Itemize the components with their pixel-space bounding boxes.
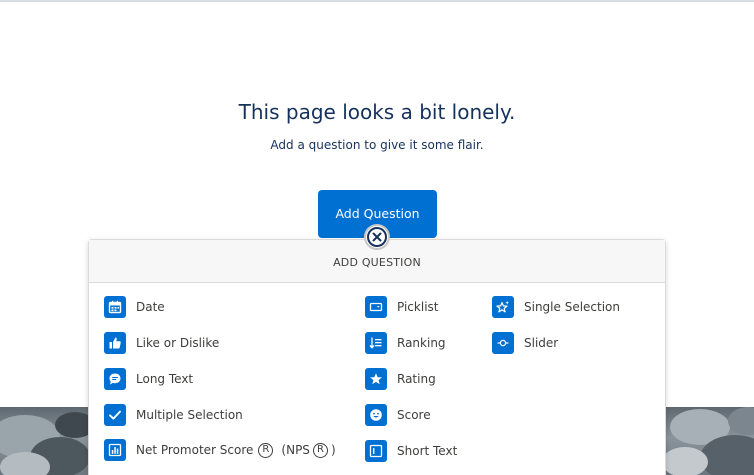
question-type-label: Picklist	[397, 300, 439, 314]
ranking-list-icon	[365, 332, 387, 354]
registered-mark: R	[258, 442, 274, 458]
chat-bubble-icon	[104, 368, 126, 390]
top-divider	[0, 0, 754, 2]
calendar-icon	[104, 296, 126, 318]
smiley-icon	[365, 404, 387, 426]
question-type-date[interactable]: Date	[104, 296, 165, 318]
question-type-label: Score	[397, 408, 431, 422]
bar-chart-icon	[104, 439, 126, 461]
close-button[interactable]	[364, 224, 390, 250]
close-icon	[367, 227, 387, 247]
question-type-net-promoter-score[interactable]: Net Promoter Score R ( NPS R )	[104, 439, 336, 461]
registered-mark: R	[312, 442, 328, 458]
question-type-ranking[interactable]: Ranking	[365, 332, 446, 354]
question-type-slider[interactable]: Slider	[492, 332, 558, 354]
question-type-label: Multiple Selection	[136, 408, 243, 422]
question-type-label: Date	[136, 300, 165, 314]
question-type-label: Single Selection	[524, 300, 621, 314]
question-type-single-selection[interactable]: Single Selection	[492, 296, 620, 318]
thumbs-up-icon	[104, 332, 126, 354]
question-type-like-or-dislike[interactable]: Like or Dislike	[104, 332, 219, 354]
dropdown-box-icon	[365, 296, 387, 318]
question-type-rating[interactable]: Rating	[365, 368, 436, 390]
nps-abbreviation: NPS	[286, 443, 310, 457]
question-type-short-text[interactable]: Short Text	[365, 440, 457, 462]
empty-state-subtitle: Add a question to give it some flair.	[270, 138, 484, 152]
slider-icon	[492, 332, 514, 354]
question-type-label: Long Text	[136, 372, 194, 386]
question-type-label: Rating	[397, 372, 436, 386]
empty-state-title: This page looks a bit lonely.	[238, 100, 516, 124]
question-type-label: Slider	[524, 336, 559, 350]
question-type-score[interactable]: Score	[365, 404, 431, 426]
question-type-long-text[interactable]: Long Text	[104, 368, 193, 390]
question-type-label: Like or Dislike	[136, 336, 220, 350]
text-box-icon	[365, 440, 387, 462]
question-type-label: Ranking	[397, 336, 446, 350]
question-type-label: Net Promoter Score	[136, 443, 254, 457]
star-sparkle-icon	[492, 296, 514, 318]
star-icon	[365, 368, 387, 390]
checkmark-icon	[104, 404, 126, 426]
question-type-label: Short Text	[397, 444, 458, 458]
question-type-picklist[interactable]: Picklist	[365, 296, 438, 318]
nps-close-paren: )	[330, 443, 336, 457]
question-type-multiple-selection[interactable]: Multiple Selection	[104, 404, 243, 426]
